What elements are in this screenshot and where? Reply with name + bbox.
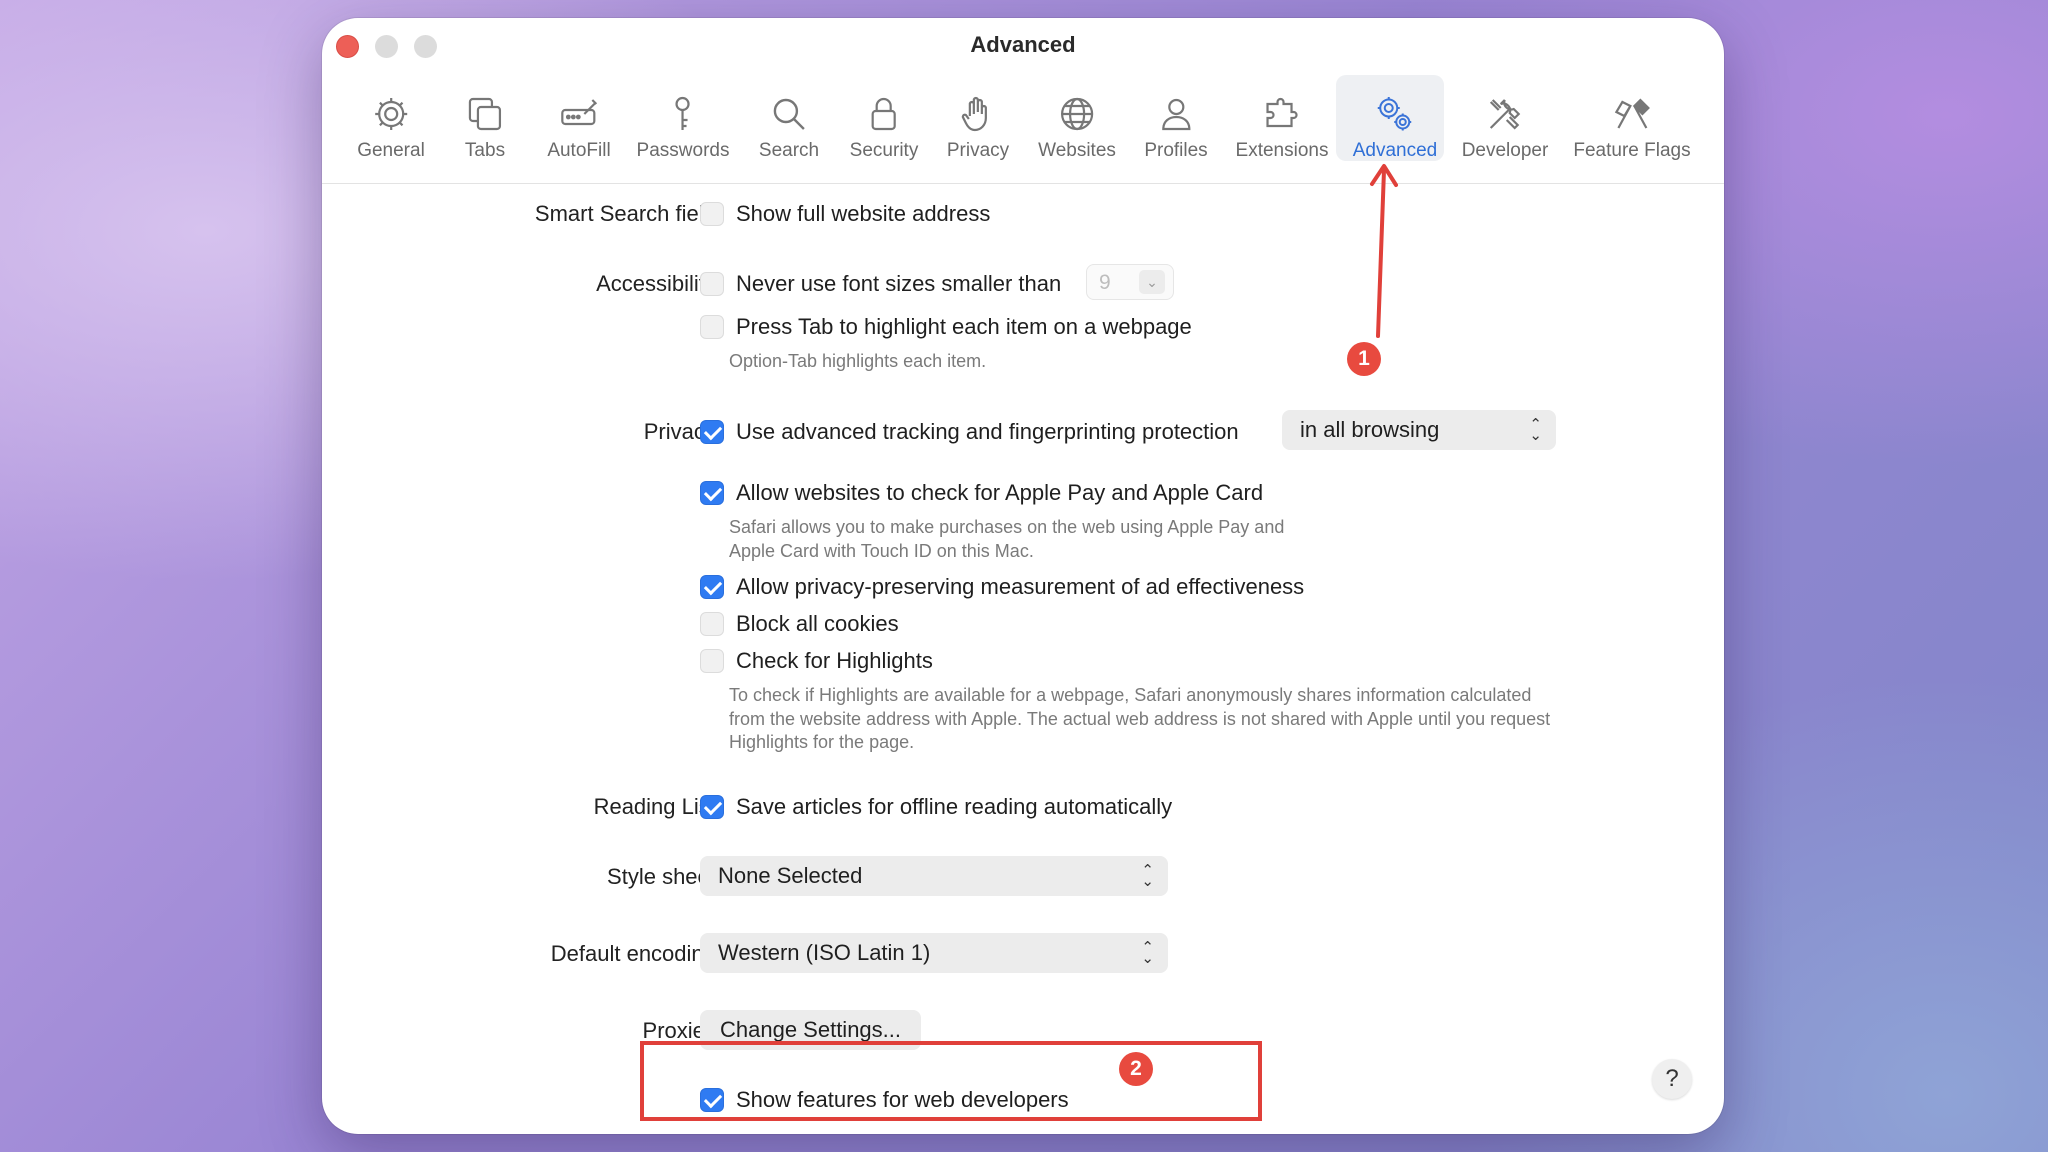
safari-settings-window: Advanced General Tabs AutoFill Passwords… xyxy=(322,18,1724,1134)
tracking-protection-checkbox[interactable] xyxy=(700,420,724,444)
tracking-mode-select[interactable]: in all browsing ⌃ ⌄ xyxy=(1282,410,1556,450)
ad-measurement-checkbox[interactable] xyxy=(700,575,724,599)
accessibility-label: Accessibility: xyxy=(596,271,722,296)
tab-tabs-label: Tabs xyxy=(464,140,506,161)
tab-feature-flags-label: Feature Flags xyxy=(1573,140,1691,161)
tab-privacy[interactable]: Privacy xyxy=(947,94,1009,162)
check-highlights-text: Check for Highlights xyxy=(736,648,933,673)
tab-general[interactable]: General xyxy=(357,94,425,162)
tab-websites-label: Websites xyxy=(1038,140,1116,161)
tab-passwords-label: Passwords xyxy=(636,140,730,161)
annotation-badge-2: 2 xyxy=(1119,1052,1153,1086)
window-title: Advanced xyxy=(970,32,1076,57)
show-full-address-text: Show full website address xyxy=(736,201,991,226)
settings-toolbar: General Tabs AutoFill Passwords Search S… xyxy=(322,72,1724,184)
tab-passwords[interactable]: Passwords xyxy=(636,94,730,162)
tab-autofill-label: AutoFill xyxy=(547,140,611,161)
tabs-icon xyxy=(468,97,502,131)
tab-advanced[interactable]: Advanced xyxy=(1352,94,1438,162)
tab-general-label: General xyxy=(357,140,425,161)
apple-pay-note: Safari allows you to make purchases on t… xyxy=(729,517,1285,561)
chevron-down-icon: ⌄ xyxy=(1139,270,1165,294)
block-cookies-text: Block all cookies xyxy=(736,611,899,636)
min-font-size-checkbox[interactable] xyxy=(700,272,724,296)
min-font-size-value: 9 xyxy=(1099,271,1111,294)
key-icon xyxy=(675,96,691,130)
style-sheet-value: None Selected xyxy=(718,863,863,888)
apple-pay-checkbox[interactable] xyxy=(700,481,724,505)
ad-measurement-text: Allow privacy-preserving measurement of … xyxy=(736,574,1305,599)
gear-icon xyxy=(374,98,407,130)
check-highlights-note: To check if Highlights are available for… xyxy=(729,685,1551,752)
tab-privacy-label: Privacy xyxy=(946,140,1010,161)
puzzle-icon xyxy=(1266,97,1299,128)
tracking-protection-text: Use advanced tracking and fingerprinting… xyxy=(736,419,1239,444)
tab-developer-label: Developer xyxy=(1461,140,1549,161)
tab-security[interactable]: Security xyxy=(849,94,919,162)
check-highlights-checkbox[interactable] xyxy=(700,649,724,673)
default-encoding-value: Western (ISO Latin 1) xyxy=(718,940,931,965)
hand-icon xyxy=(961,96,988,132)
up-down-chevron-icon: ⌃ ⌄ xyxy=(1141,862,1154,890)
tab-profiles-label: Profiles xyxy=(1144,140,1208,161)
tab-highlight-checkbox[interactable] xyxy=(700,315,724,339)
tab-tabs[interactable]: Tabs xyxy=(465,94,505,162)
tab-autofill[interactable]: AutoFill xyxy=(547,94,611,162)
offline-reading-text: Save articles for offline reading automa… xyxy=(736,794,1173,819)
tools-icon xyxy=(1490,99,1521,130)
annotation-badge-1: 1 xyxy=(1347,342,1381,376)
reading-list-label: Reading List: xyxy=(593,794,722,819)
tab-developer[interactable]: Developer xyxy=(1461,94,1549,162)
privacy-label: Privacy: xyxy=(643,419,722,444)
tab-feature-flags[interactable]: Feature Flags xyxy=(1573,94,1691,162)
tab-websites[interactable]: Websites xyxy=(1038,94,1116,162)
tab-extensions-label: Extensions xyxy=(1235,140,1329,161)
default-encoding-label: Default encoding: xyxy=(550,941,722,966)
min-font-size-text: Never use font sizes smaller than xyxy=(736,271,1062,296)
up-down-chevron-icon: ⌃ ⌄ xyxy=(1529,416,1542,444)
tab-highlight-note: Option-Tab highlights each item. xyxy=(729,351,987,371)
default-encoding-select[interactable]: Western (ISO Latin 1) ⌃ ⌄ xyxy=(700,933,1168,973)
block-cookies-checkbox[interactable] xyxy=(700,612,724,636)
up-down-chevron-icon: ⌃ ⌄ xyxy=(1141,939,1154,967)
globe-icon xyxy=(1060,97,1094,131)
tab-extensions[interactable]: Extensions xyxy=(1235,94,1329,162)
tab-security-label: Security xyxy=(849,140,919,161)
annotation-highlight-box xyxy=(640,1041,1262,1121)
style-sheet-select[interactable]: None Selected ⌃ ⌄ xyxy=(700,856,1168,896)
offline-reading-checkbox[interactable] xyxy=(700,795,724,819)
person-icon xyxy=(1161,98,1191,131)
tab-advanced-label: Advanced xyxy=(1352,140,1438,161)
search-icon xyxy=(773,98,805,130)
tab-search[interactable]: Search xyxy=(759,94,819,162)
flags-icon xyxy=(1614,98,1650,129)
min-font-size-select[interactable]: 9 ⌄ xyxy=(1086,264,1174,300)
show-full-address-checkbox[interactable] xyxy=(700,202,724,226)
smart-search-label: Smart Search field: xyxy=(534,201,722,226)
tab-profiles[interactable]: Profiles xyxy=(1144,94,1208,162)
lock-icon xyxy=(871,97,897,131)
apple-pay-text: Allow websites to check for Apple Pay an… xyxy=(736,480,1264,505)
tab-highlight-text: Press Tab to highlight each item on a we… xyxy=(736,314,1192,339)
gears-icon xyxy=(1377,97,1412,131)
tracking-mode-value: in all browsing xyxy=(1300,417,1440,442)
tab-search-label: Search xyxy=(758,140,820,161)
help-button[interactable]: ? xyxy=(1652,1059,1692,1099)
style-sheet-label: Style sheet: xyxy=(607,864,722,889)
autofill-icon xyxy=(560,99,597,126)
